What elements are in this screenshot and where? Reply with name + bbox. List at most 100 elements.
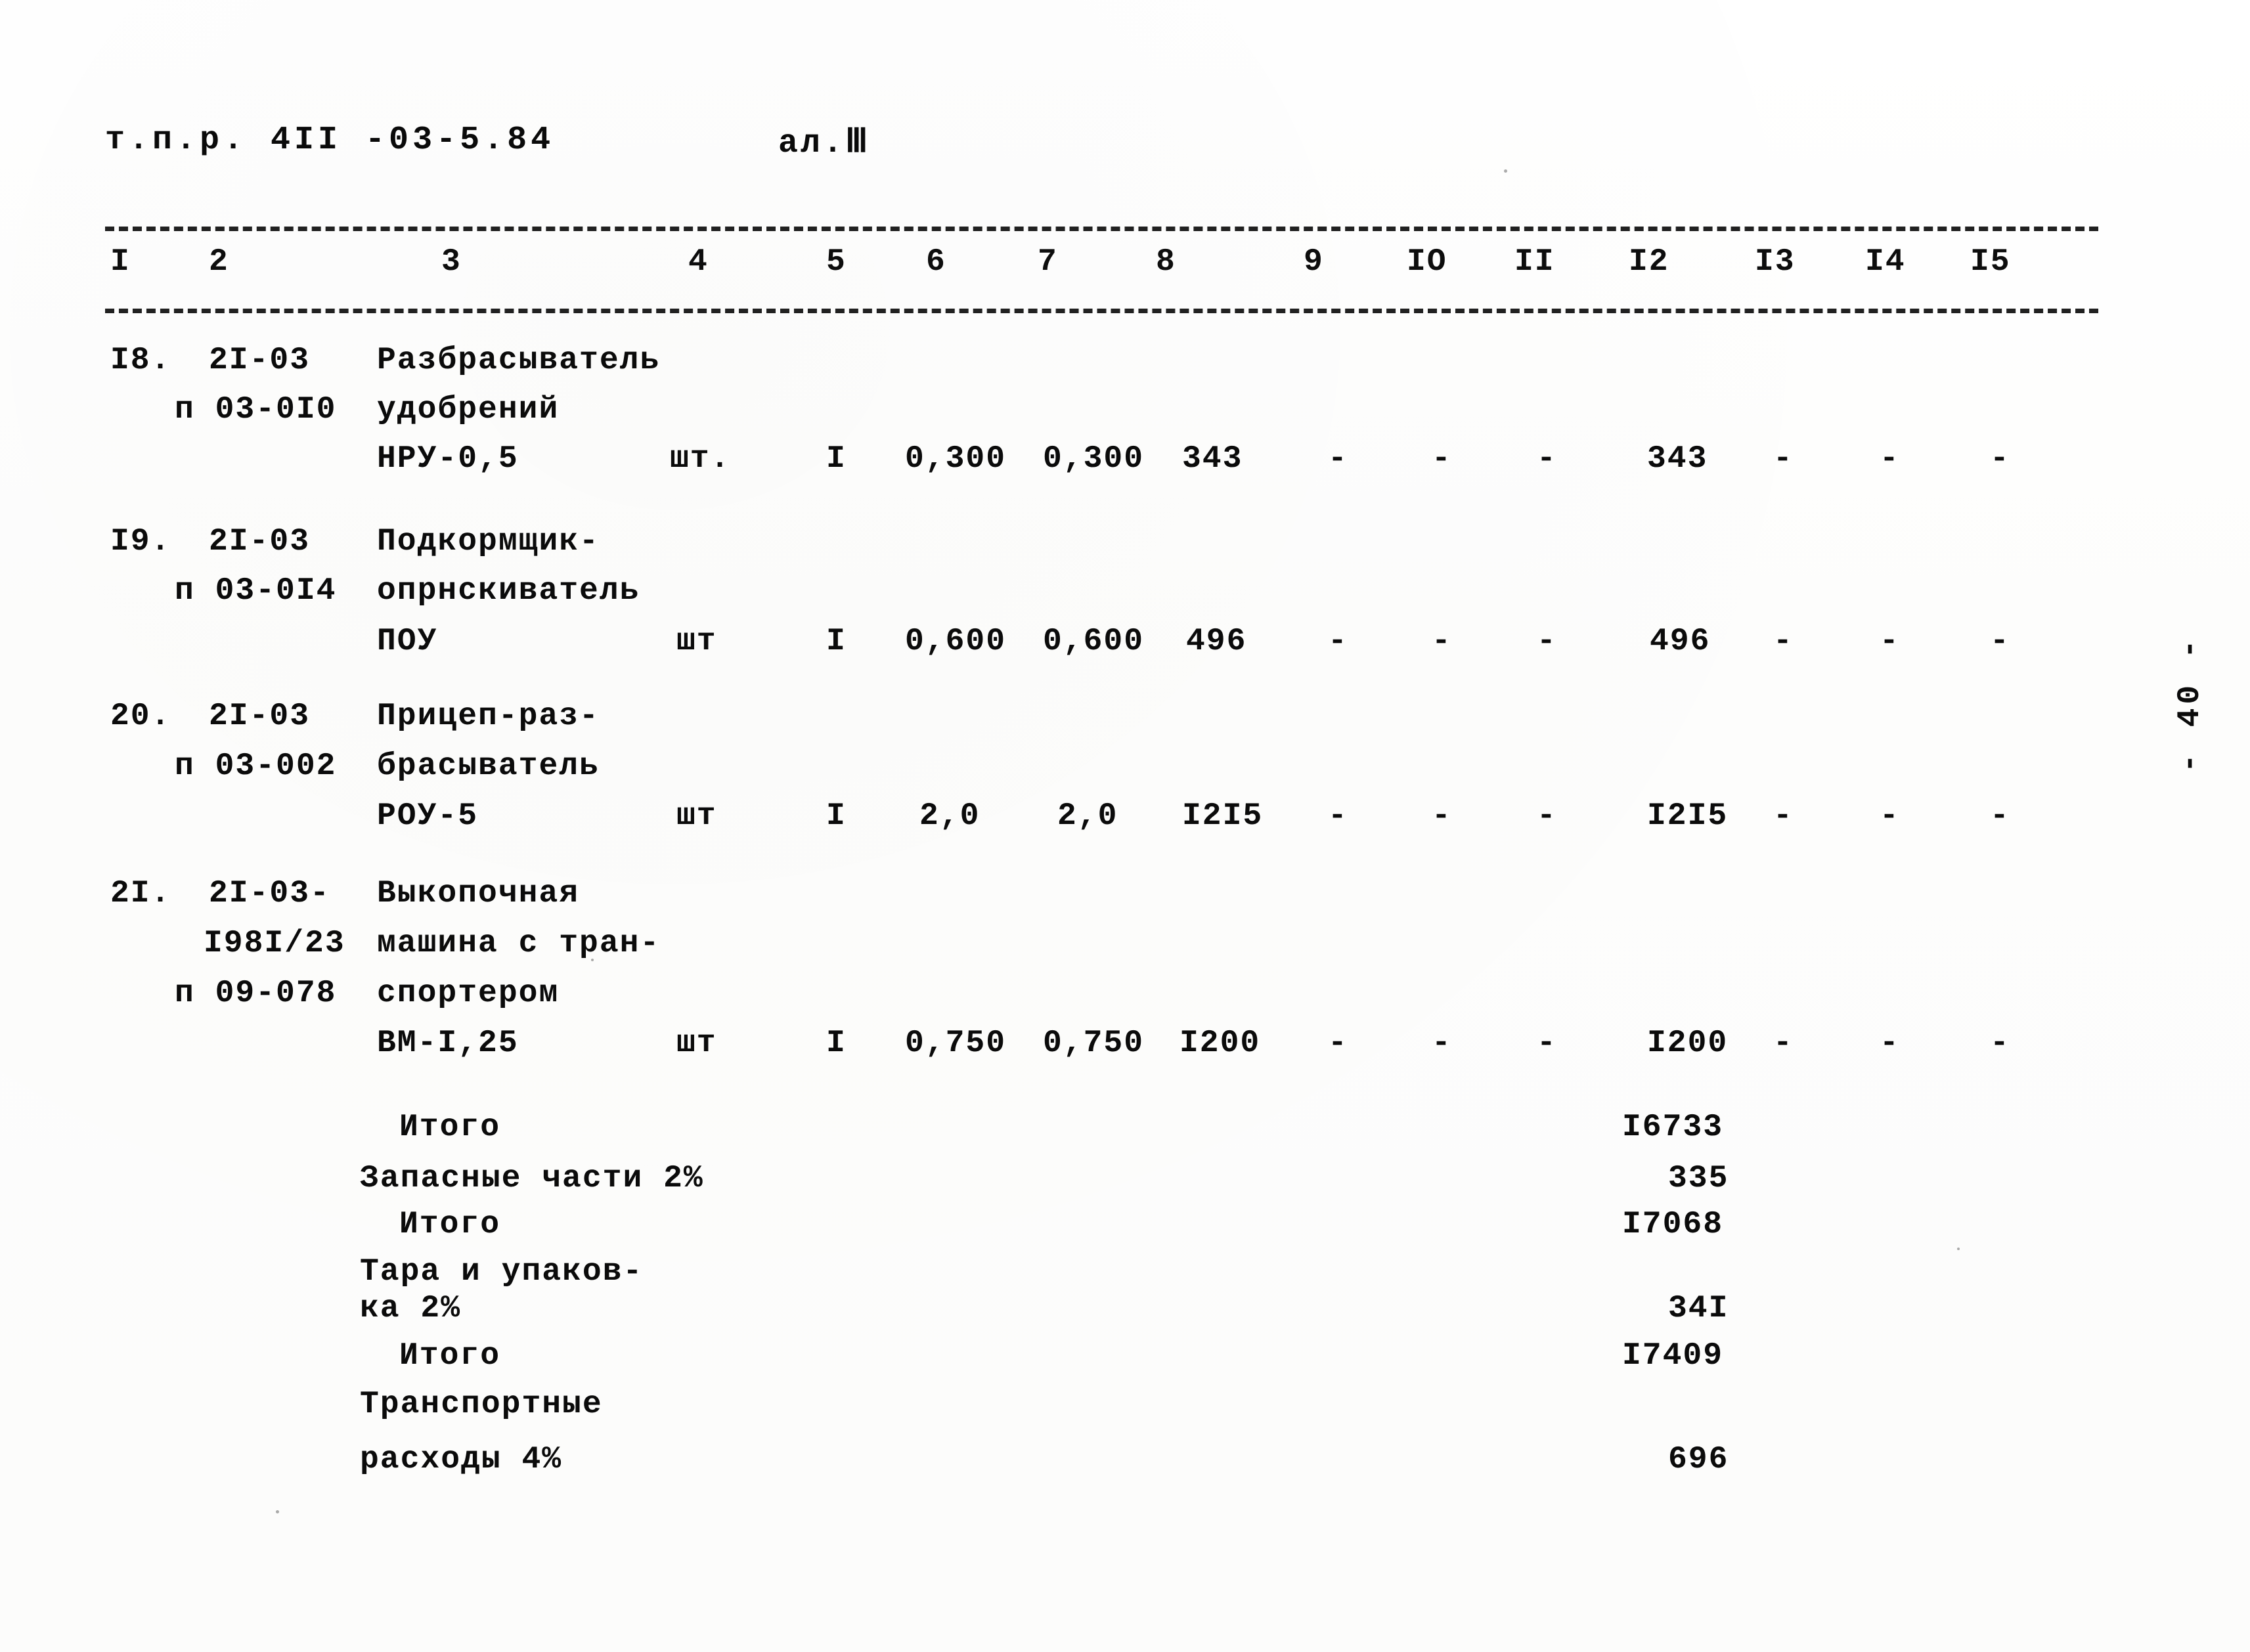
row-qty: I bbox=[826, 1026, 847, 1061]
column-header-3: 3 bbox=[441, 244, 462, 280]
row-col15: - bbox=[1990, 624, 2010, 659]
summary-label-total-3: Итого bbox=[399, 1338, 501, 1374]
column-header-10: IO bbox=[1407, 244, 1447, 280]
header-rule-top bbox=[105, 227, 2098, 231]
row-qty: I bbox=[826, 441, 847, 477]
summary-value-total-3: I7409 bbox=[1622, 1338, 1724, 1374]
column-header-9: 9 bbox=[1304, 244, 1324, 280]
row-col10: - bbox=[1432, 441, 1452, 477]
row-unit: шт bbox=[676, 798, 717, 834]
row-code-line: п 03-002 bbox=[175, 749, 337, 784]
paper-texture bbox=[0, 0, 2250, 1652]
row-col12: 496 bbox=[1650, 624, 1711, 659]
page-number-marker: - 40 - bbox=[2173, 636, 2208, 773]
column-header-5: 5 bbox=[826, 244, 847, 280]
row-name-line: Подкормщик- bbox=[377, 524, 600, 559]
row-col9: - bbox=[1328, 624, 1348, 659]
column-header-1: I bbox=[110, 244, 131, 280]
row-col13: - bbox=[1773, 624, 1794, 659]
column-header-6: 6 bbox=[926, 244, 946, 280]
row-col10: - bbox=[1432, 798, 1452, 834]
row-col12: I200 bbox=[1647, 1026, 1729, 1061]
row-code-line: п 03-0I0 bbox=[175, 392, 337, 427]
row-col7: 0,600 bbox=[1043, 624, 1145, 659]
row-number: 20. bbox=[110, 699, 171, 734]
row-col6: 2,0 bbox=[919, 798, 981, 834]
summary-label-packaging-line1: Тара и упаков- bbox=[360, 1254, 644, 1290]
row-col14: - bbox=[1880, 798, 1900, 834]
row-code-line: I98I/23 bbox=[204, 926, 345, 961]
row-col9: - bbox=[1328, 441, 1348, 477]
row-col8: 343 bbox=[1182, 441, 1243, 477]
row-model-line: ПОУ bbox=[377, 624, 438, 659]
summary-value-total-2: I7068 bbox=[1622, 1207, 1724, 1242]
row-model-line: РОУ-5 bbox=[377, 798, 479, 834]
row-col11: - bbox=[1537, 1026, 1557, 1061]
summary-label-spare-parts: Запасные части 2% bbox=[360, 1161, 704, 1196]
row-name-line: Выкопочная bbox=[377, 876, 580, 911]
row-code-line: 2I-03 bbox=[209, 524, 311, 559]
scan-speckle bbox=[276, 1510, 279, 1513]
row-col15: - bbox=[1990, 1026, 2010, 1061]
row-name-line: машина с тран- bbox=[377, 926, 661, 961]
row-name-line: Прицеп-раз- bbox=[377, 699, 600, 734]
row-col8: I2I5 bbox=[1182, 798, 1264, 834]
scan-speckle bbox=[1504, 169, 1507, 173]
row-col15: - bbox=[1990, 798, 2010, 834]
summary-label-transport-line1: Транспортные bbox=[360, 1387, 603, 1422]
row-code-line: 2I-03- bbox=[209, 876, 330, 911]
row-unit: шт. bbox=[670, 441, 731, 477]
column-header-11: II bbox=[1514, 244, 1555, 280]
row-unit: шт bbox=[676, 1026, 717, 1061]
row-col7: 0,750 bbox=[1043, 1026, 1145, 1061]
row-col11: - bbox=[1537, 624, 1557, 659]
row-col14: - bbox=[1880, 1026, 1900, 1061]
row-model-line: НРУ-0,5 bbox=[377, 441, 519, 477]
row-col9: - bbox=[1328, 1026, 1348, 1061]
column-header-2: 2 bbox=[209, 244, 229, 280]
row-number: I8. bbox=[110, 343, 171, 378]
column-header-4: 4 bbox=[688, 244, 709, 280]
document-id-line: т.п.р. 4II -03-5.84 bbox=[105, 121, 555, 159]
row-code-line: 2I-03 bbox=[209, 343, 311, 378]
row-col6: 0,600 bbox=[905, 624, 1007, 659]
row-name-line: Разбрасыватель bbox=[377, 343, 661, 378]
row-col13: - bbox=[1773, 441, 1794, 477]
scan-speckle bbox=[1957, 1248, 1960, 1250]
row-unit: шт bbox=[676, 624, 717, 659]
row-col8: I200 bbox=[1180, 1026, 1261, 1061]
row-col6: 0,750 bbox=[905, 1026, 1007, 1061]
row-col12: 343 bbox=[1647, 441, 1708, 477]
summary-label-total-2: Итого bbox=[399, 1207, 501, 1242]
row-number: 2I. bbox=[110, 876, 171, 911]
row-col6: 0,300 bbox=[905, 441, 1007, 477]
column-header-7: 7 bbox=[1038, 244, 1058, 280]
row-col14: - bbox=[1880, 441, 1900, 477]
row-col10: - bbox=[1432, 1026, 1452, 1061]
row-name-line: удобрений bbox=[377, 392, 560, 427]
row-col7: 2,0 bbox=[1057, 798, 1118, 834]
row-col10: - bbox=[1432, 624, 1452, 659]
row-qty: I bbox=[826, 624, 847, 659]
row-col15: - bbox=[1990, 441, 2010, 477]
summary-value-total-1: I6733 bbox=[1622, 1110, 1724, 1145]
row-name-line: спортером bbox=[377, 976, 560, 1011]
column-header-12: I2 bbox=[1629, 244, 1669, 280]
appendix-label: ал.Ⅲ bbox=[778, 125, 871, 162]
summary-value-packaging: 34I bbox=[1668, 1291, 1729, 1326]
row-col13: - bbox=[1773, 798, 1794, 834]
row-col13: - bbox=[1773, 1026, 1794, 1061]
row-model-line: ВМ-I,25 bbox=[377, 1026, 519, 1061]
summary-label-transport-line2: расходы 4% bbox=[360, 1442, 563, 1477]
column-header-8: 8 bbox=[1156, 244, 1176, 280]
row-qty: I bbox=[826, 798, 847, 834]
row-code-line: 2I-03 bbox=[209, 699, 311, 734]
row-col7: 0,300 bbox=[1043, 441, 1145, 477]
column-header-14: I4 bbox=[1865, 244, 1906, 280]
row-code-line: п 09-078 bbox=[175, 976, 337, 1011]
row-code-line: п 03-0I4 bbox=[175, 573, 337, 609]
summary-label-total-1: Итого bbox=[399, 1110, 501, 1145]
column-header-13: I3 bbox=[1755, 244, 1796, 280]
header-rule-bottom bbox=[105, 309, 2098, 313]
summary-value-spare-parts: 335 bbox=[1668, 1161, 1729, 1196]
